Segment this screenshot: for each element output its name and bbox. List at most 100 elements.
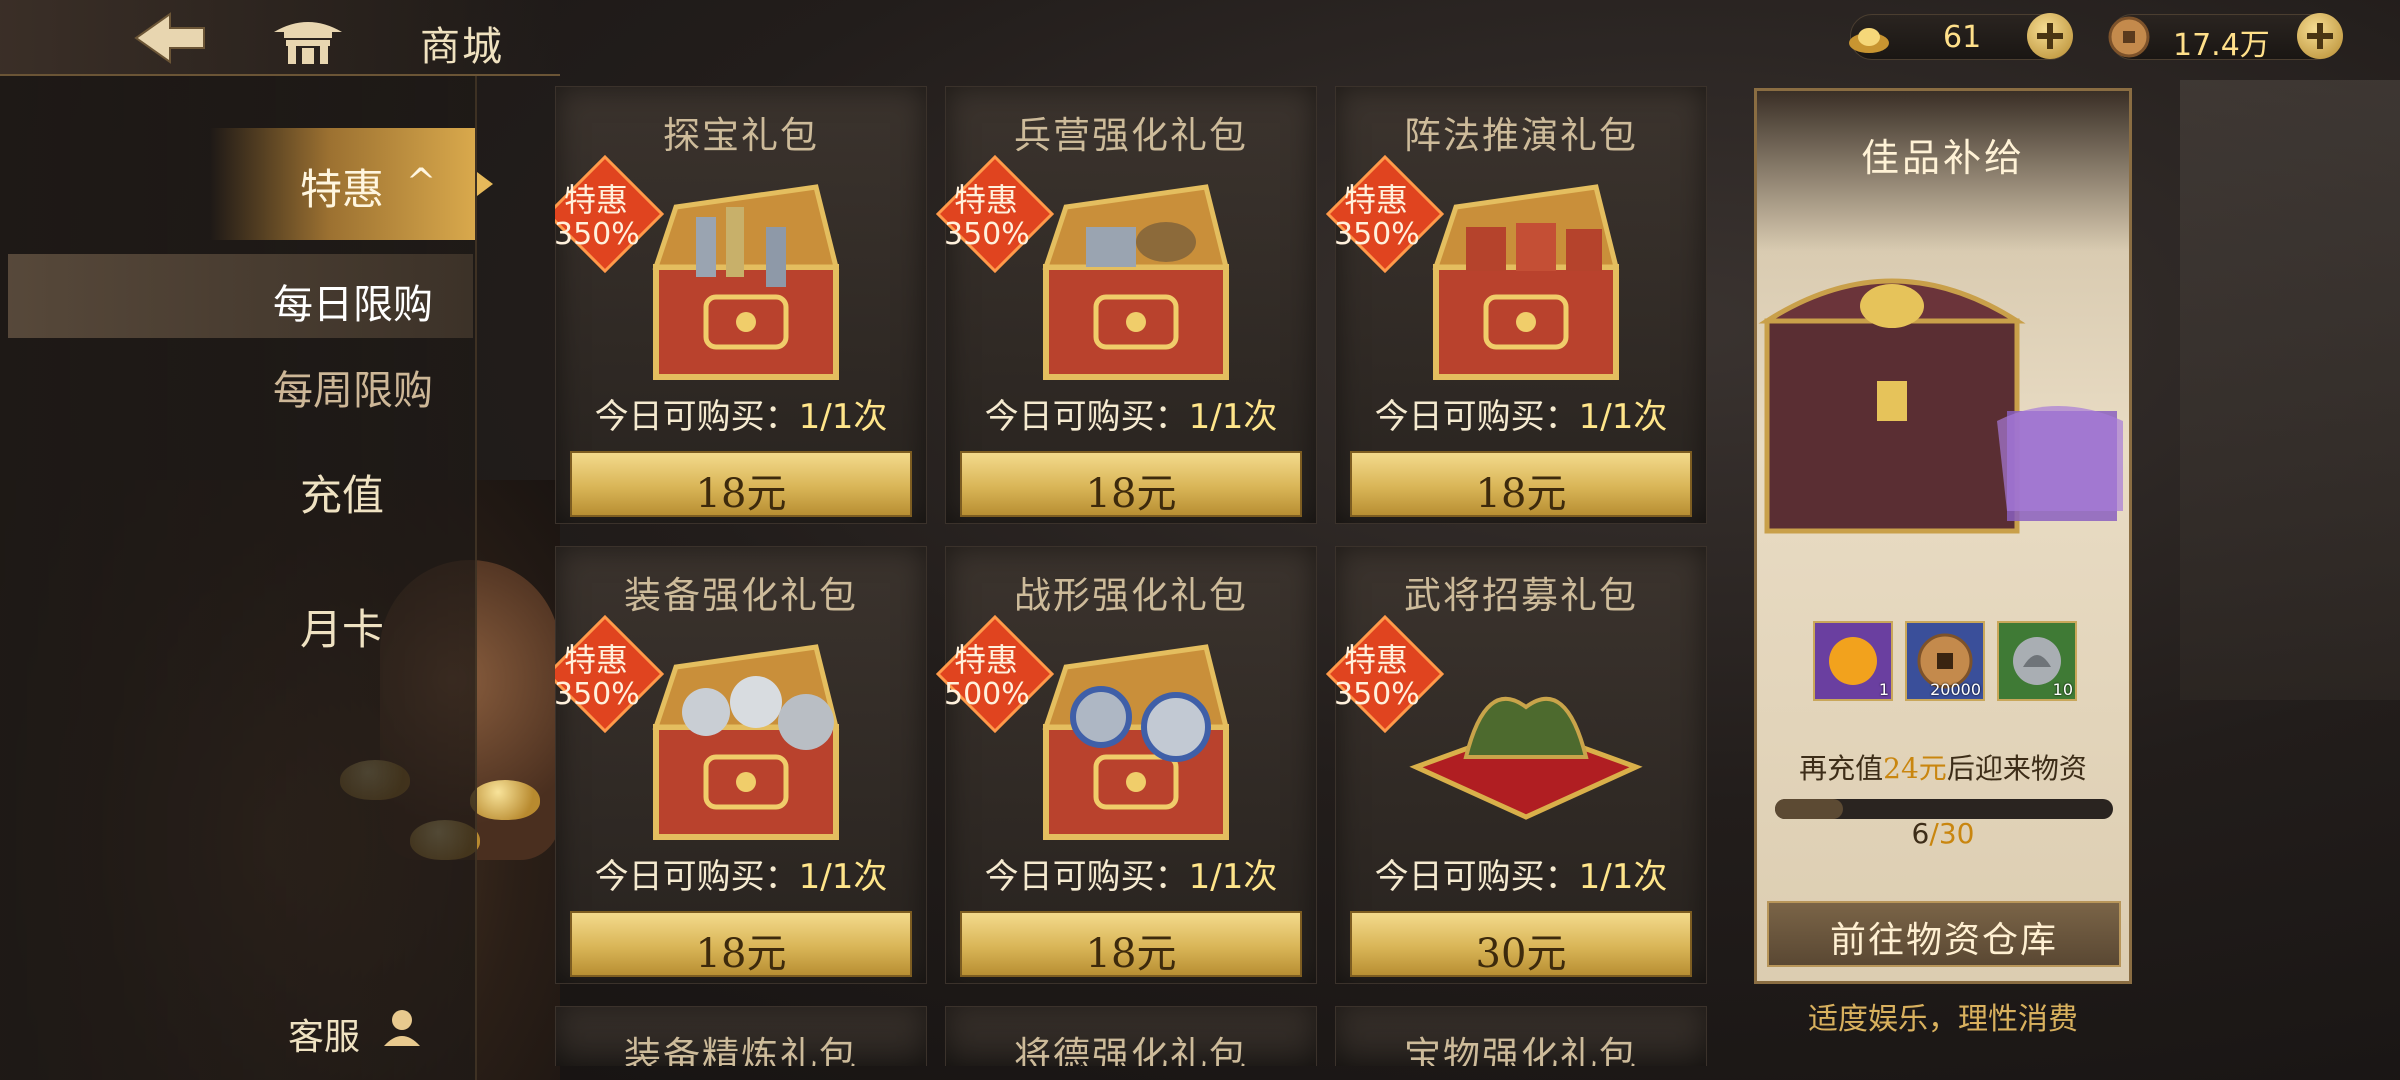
customer-service-button[interactable]: 客服 bbox=[288, 1000, 448, 1060]
purchase-limit-label: 今日可购买： bbox=[984, 397, 1189, 437]
supply-chest-illustration bbox=[1758, 278, 2123, 534]
product-name: 兵营强化礼包 bbox=[1014, 114, 1248, 157]
product-name: 装备强化礼包 bbox=[624, 574, 858, 617]
product-grid: 探宝礼包 特惠 350% 今日可购买：1/1次 18元 兵营强化礼包 特惠 35… bbox=[555, 86, 1715, 1066]
special-offer-tag: 特惠 bbox=[1344, 181, 1409, 219]
sidebar-item-monthly-card[interactable]: 月卡 bbox=[0, 580, 470, 660]
purchase-limit-count: 1/1次 bbox=[1188, 857, 1278, 897]
special-offer-badge: 特惠 350% bbox=[1326, 615, 1444, 733]
product-name: 将德强化礼包 bbox=[1014, 1034, 1248, 1066]
back-button[interactable] bbox=[130, 10, 210, 66]
customer-service-label: 客服 bbox=[288, 1017, 361, 1058]
bonus-percent: 350% bbox=[1334, 217, 1420, 252]
price-label: 18元 bbox=[1475, 471, 1567, 517]
purchase-limit-label: 今日可购买： bbox=[984, 857, 1189, 897]
purchase-limit-count: 1/1次 bbox=[798, 397, 888, 437]
palace-home-icon bbox=[274, 22, 342, 64]
purchase-limit-label: 今日可购买： bbox=[1374, 857, 1579, 897]
progress-current: 6 bbox=[1911, 817, 1930, 850]
product-card: 阵法推演礼包 特惠 350% 今日可购买：1/1次 18元 bbox=[1326, 86, 1707, 524]
progress-separator: / bbox=[1929, 817, 1939, 850]
purchase-limit-count: 1/1次 bbox=[1578, 397, 1668, 437]
sidebar-item-weekly-limit[interactable]: 每周限购 bbox=[8, 340, 473, 424]
product-name: 武将招募礼包 bbox=[1404, 574, 1638, 617]
sidebar-item-label: 每日限购 bbox=[273, 282, 433, 328]
supply-progress-fill bbox=[1775, 799, 1843, 819]
reward-item[interactable]: 1 bbox=[1813, 621, 1893, 701]
special-offer-tag: 特惠 bbox=[564, 641, 629, 679]
reward-quantity: 1 bbox=[1878, 680, 1889, 699]
product-name: 阵法推演礼包 bbox=[1404, 114, 1638, 157]
copper-coin-value: 17.4万 bbox=[2173, 28, 2270, 63]
product-name: 装备精炼礼包 bbox=[624, 1034, 858, 1066]
supply-tip-amount: 24元 bbox=[1883, 752, 1947, 785]
reward-item[interactable]: 20000 bbox=[1905, 621, 1985, 701]
special-offer-tag: 特惠 bbox=[564, 181, 629, 219]
buy-button[interactable]: 18元 bbox=[1350, 451, 1692, 517]
special-offer-badge: 特惠 350% bbox=[936, 155, 1054, 273]
gold-ingot-counter: 61 bbox=[1849, 13, 2073, 60]
sidebar-item-label: 月卡 bbox=[300, 605, 385, 654]
sidebar-item-daily-limit[interactable]: 每日限购 bbox=[8, 254, 473, 338]
page-title: 商城 bbox=[420, 24, 504, 70]
bonus-percent: 350% bbox=[1334, 677, 1420, 712]
background-ingot bbox=[470, 780, 540, 820]
reward-quantity: 10 bbox=[2052, 680, 2073, 699]
purchase-limit-label: 今日可购买： bbox=[594, 397, 799, 437]
product-card-partial[interactable]: 将德强化礼包 bbox=[945, 1006, 1317, 1066]
special-offer-badge: 特惠 500% bbox=[936, 615, 1054, 733]
sidebar-item-recharge[interactable]: 充值 bbox=[0, 446, 470, 526]
product-card: 装备强化礼包 特惠 350% 今日可购买：1/1次 18元 bbox=[555, 546, 927, 984]
special-offer-tag: 特惠 bbox=[954, 181, 1019, 219]
sidebar-category-special-offer[interactable]: 特惠 ^ bbox=[210, 128, 493, 240]
purchase-limit: 今日可购买：1/1次 bbox=[946, 849, 1316, 898]
bonus-percent: 350% bbox=[555, 677, 640, 712]
gold-ingot-icon bbox=[1849, 28, 1889, 53]
special-offer-badge: 特惠 350% bbox=[555, 155, 664, 273]
product-card: 兵营强化礼包 特惠 350% 今日可购买：1/1次 18元 bbox=[936, 86, 1317, 524]
reward-item[interactable]: 10 bbox=[1997, 621, 2077, 701]
reward-quantity: 20000 bbox=[1930, 680, 1981, 699]
go-to-warehouse-button[interactable]: 前往物资仓库 bbox=[1767, 901, 2121, 967]
buy-button[interactable]: 18元 bbox=[960, 451, 1302, 517]
purchase-limit: 今日可购买：1/1次 bbox=[556, 849, 926, 898]
special-offer-badge: 特惠 350% bbox=[555, 615, 664, 733]
gold-ingot-value: 61 bbox=[1943, 20, 1982, 55]
home-button[interactable] bbox=[270, 12, 346, 66]
price-label: 30元 bbox=[1475, 931, 1567, 977]
product-card: 战形强化礼包 特惠 500% 今日可购买：1/1次 18元 bbox=[936, 546, 1317, 984]
purchase-limit: 今日可购买：1/1次 bbox=[556, 389, 926, 438]
price-label: 18元 bbox=[695, 471, 787, 517]
bonus-percent: 350% bbox=[944, 217, 1030, 252]
add-copper-button[interactable] bbox=[2297, 13, 2343, 59]
add-gold-button[interactable] bbox=[2027, 13, 2073, 59]
purchase-limit-label: 今日可购买： bbox=[1374, 397, 1579, 437]
price-label: 18元 bbox=[1085, 471, 1177, 517]
sidebar-item-label: 充值 bbox=[300, 471, 385, 520]
buy-button[interactable]: 18元 bbox=[570, 451, 912, 517]
buy-button[interactable]: 18元 bbox=[960, 911, 1302, 977]
purchase-limit: 今日可购买：1/1次 bbox=[1336, 389, 1706, 438]
price-label: 18元 bbox=[1085, 931, 1177, 977]
buy-button[interactable]: 18元 bbox=[570, 911, 912, 977]
go-to-warehouse-label: 前往物资仓库 bbox=[1829, 920, 2058, 961]
supply-tip-suffix: 后迎来物资 bbox=[1946, 752, 2087, 785]
product-name: 宝物强化礼包 bbox=[1404, 1034, 1638, 1066]
buy-button[interactable]: 30元 bbox=[1350, 911, 1692, 977]
purchase-limit-label: 今日可购买： bbox=[594, 857, 799, 897]
purchase-limit: 今日可购买：1/1次 bbox=[1336, 849, 1706, 898]
customer-service-icon bbox=[384, 1010, 420, 1046]
product-card-partial[interactable]: 装备精炼礼包 bbox=[555, 1006, 927, 1066]
purchase-limit-count: 1/1次 bbox=[1188, 397, 1278, 437]
supply-title: 佳品补给 bbox=[1860, 136, 2025, 180]
product-card-partial[interactable]: 宝物强化礼包 bbox=[1335, 1006, 1707, 1066]
purchase-limit-count: 1/1次 bbox=[798, 857, 888, 897]
category-sidebar: 特惠 ^ 每日限购 每周限购 充值 月卡 bbox=[0, 76, 493, 1080]
bonus-percent: 500% bbox=[944, 677, 1030, 712]
chevron-up-icon: ^ bbox=[406, 162, 437, 203]
progress-max: 30 bbox=[1938, 817, 1975, 850]
copper-coin-counter: 17.4万 bbox=[2108, 13, 2343, 63]
supply-progress-bar bbox=[1775, 799, 2113, 819]
moderation-notice: 适度娱乐，理性消费 bbox=[1808, 1002, 2078, 1037]
copper-coin-icon bbox=[2108, 16, 2150, 58]
